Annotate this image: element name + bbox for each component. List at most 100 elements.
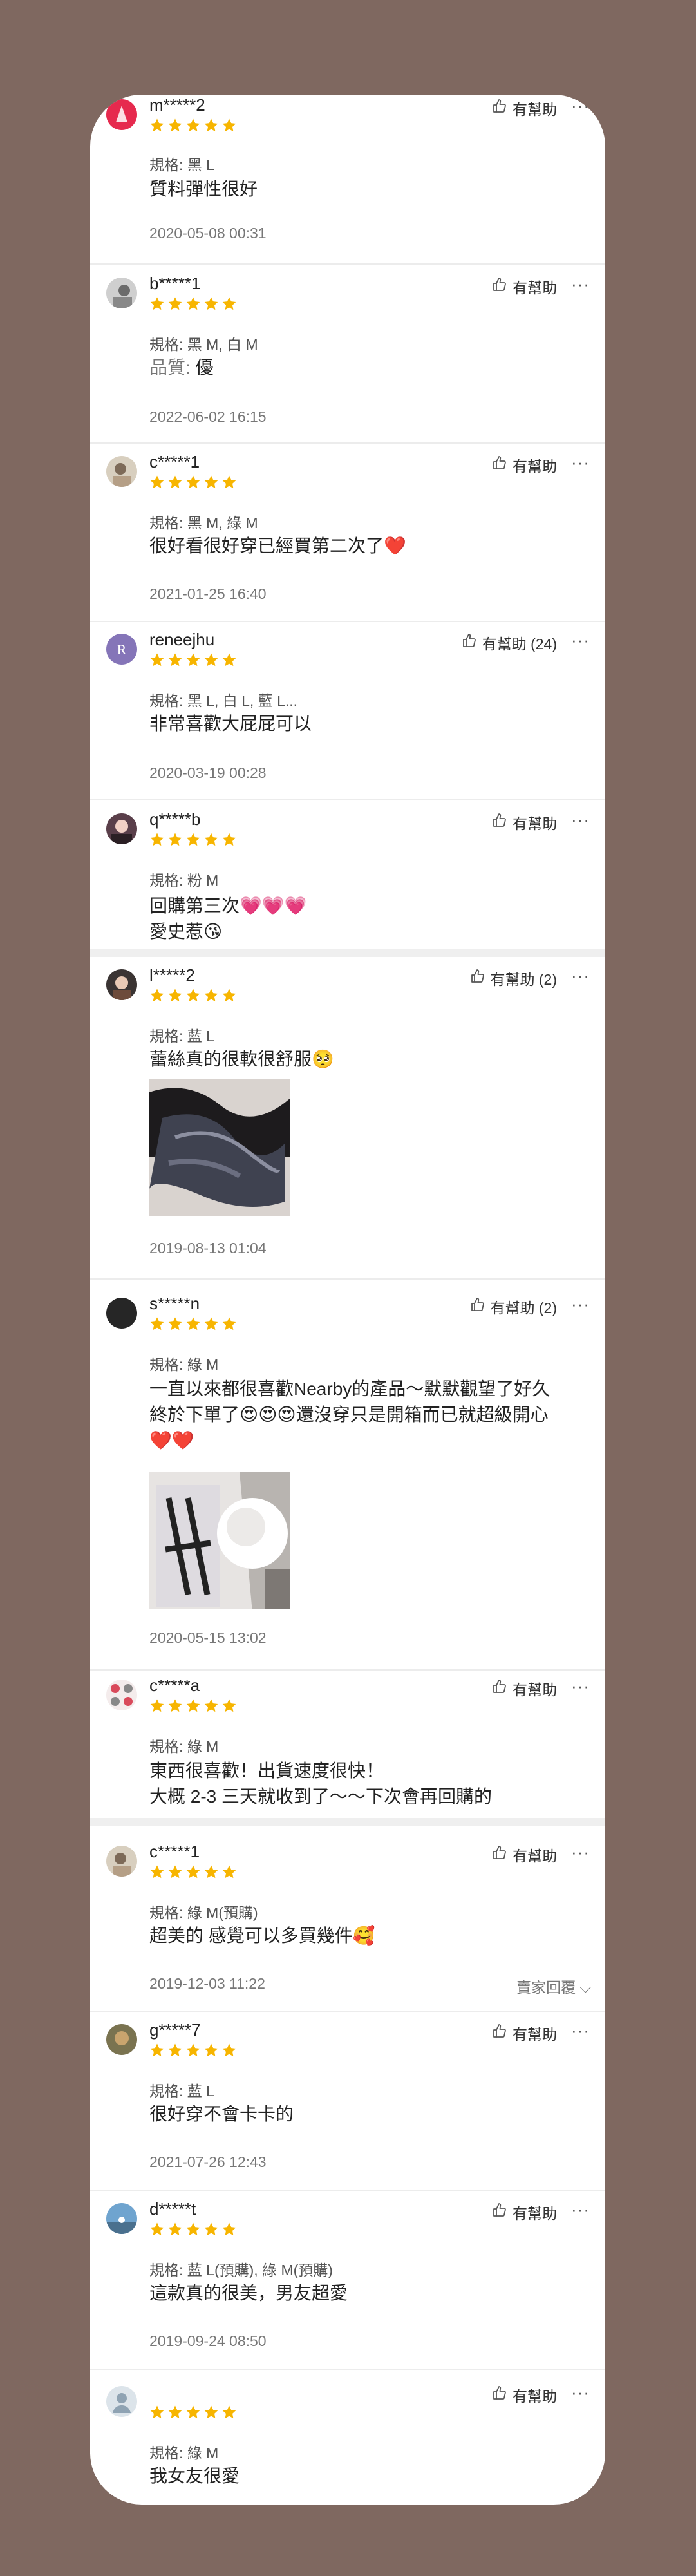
helpful-button[interactable]: 有幫助 — [492, 811, 557, 833]
star-icon — [167, 475, 183, 490]
more-options-icon[interactable]: ··· — [571, 453, 590, 473]
star-icon — [167, 652, 183, 668]
more-options-icon[interactable]: ··· — [571, 966, 590, 986]
thumbs-up-icon — [492, 455, 507, 475]
divider — [90, 442, 605, 444]
helpful-label: 有幫助 (2) — [490, 971, 558, 988]
avatar — [106, 1298, 137, 1329]
star-icon — [203, 475, 219, 490]
star-icon — [167, 118, 183, 133]
star-icon — [149, 652, 165, 668]
more-options-icon[interactable]: ··· — [571, 1842, 590, 1862]
star-rating — [149, 652, 237, 668]
helpful-button[interactable]: 有幫助 — [492, 97, 557, 119]
quality-label: 品質: — [149, 357, 191, 377]
star-rating — [149, 118, 237, 133]
reviewer-name: c*****1 — [149, 1842, 200, 1861]
star-icon — [185, 1698, 201, 1714]
star-rating — [149, 296, 237, 312]
star-icon — [185, 2405, 201, 2420]
review-text-line: 終於下單了😍😍😍還沒穿只是開箱而已就超級開心 — [149, 1405, 549, 1425]
star-icon — [185, 2222, 201, 2237]
helpful-button[interactable]: 有幫助 — [492, 1844, 557, 1866]
star-icon — [203, 296, 219, 312]
star-rating — [149, 2043, 237, 2058]
review-text-line: 回購第三次💗💗💗 — [149, 896, 307, 916]
more-options-icon[interactable]: ··· — [571, 810, 590, 830]
review-date: 2020-05-15 13:02 — [149, 1629, 267, 1646]
helpful-button[interactable]: 有幫助 — [492, 2201, 557, 2223]
helpful-button[interactable]: 有幫助 — [492, 2022, 557, 2044]
spec-text: 規格: 黑 L, 白 L, 藍 L... — [149, 692, 298, 709]
star-icon — [149, 1864, 165, 1880]
review-date: 2021-07-26 12:43 — [149, 2154, 267, 2170]
star-icon — [167, 832, 183, 848]
avatar — [106, 2024, 137, 2055]
more-options-icon[interactable]: ··· — [571, 96, 590, 116]
star-icon — [221, 1698, 237, 1714]
star-rating — [149, 2405, 237, 2420]
review-photo[interactable] — [149, 1472, 290, 1609]
more-options-icon[interactable]: ··· — [571, 1676, 590, 1696]
star-rating — [149, 1698, 237, 1714]
more-options-icon[interactable]: ··· — [571, 2021, 590, 2041]
helpful-button[interactable]: 有幫助 (2) — [470, 1296, 558, 1318]
more-options-icon[interactable]: ··· — [571, 2200, 590, 2220]
helpful-label: 有幫助 — [513, 2205, 557, 2222]
helpful-label: 有幫助 (2) — [490, 1300, 558, 1316]
helpful-button[interactable]: 有幫助 — [492, 1678, 557, 1700]
avatar — [106, 813, 137, 844]
star-icon — [185, 118, 201, 133]
star-icon — [203, 2405, 219, 2420]
reviewer-name: m*****2 — [149, 95, 205, 115]
star-icon — [149, 2222, 165, 2237]
star-icon — [221, 1864, 237, 1880]
star-rating — [149, 475, 237, 490]
divider — [90, 2190, 605, 2191]
star-icon — [203, 118, 219, 133]
helpful-button[interactable]: 有幫助 (2) — [470, 967, 558, 989]
star-icon — [167, 988, 183, 1003]
review-date: 2019-08-13 01:04 — [149, 1240, 267, 1256]
helpful-label: 有幫助 — [513, 101, 557, 118]
star-icon — [185, 296, 201, 312]
thumbs-up-icon — [462, 633, 477, 652]
star-icon — [221, 118, 237, 133]
more-options-icon[interactable]: ··· — [571, 630, 590, 650]
review-date: 2019-12-03 11:22 — [149, 1975, 265, 1992]
star-icon — [221, 832, 237, 848]
more-options-icon[interactable]: ··· — [571, 1294, 590, 1314]
star-icon — [167, 2222, 183, 2237]
helpful-button[interactable]: 有幫助 (24) — [462, 632, 557, 654]
spec-text: 規格: 粉 M — [149, 872, 219, 889]
star-icon — [203, 2222, 219, 2237]
more-options-icon[interactable]: ··· — [571, 274, 590, 294]
star-icon — [149, 118, 165, 133]
review-text: 質料彈性很好 — [149, 179, 258, 199]
helpful-button[interactable]: 有幫助 — [492, 276, 557, 298]
review-photo[interactable] — [149, 1079, 290, 1216]
star-icon — [185, 475, 201, 490]
star-icon — [185, 1864, 201, 1880]
seller-reply-toggle[interactable]: 賣家回覆 ⌵ — [516, 1975, 591, 1997]
review-text: 非常喜歡大屁屁可以 — [149, 714, 312, 734]
star-rating — [149, 832, 237, 848]
helpful-label: 有幫助 — [513, 815, 557, 832]
star-icon — [221, 2405, 237, 2420]
star-icon — [203, 2043, 219, 2058]
more-options-icon[interactable]: ··· — [571, 2383, 590, 2403]
helpful-label: 有幫助 — [513, 2388, 557, 2405]
helpful-button[interactable]: 有幫助 — [492, 2384, 557, 2406]
review-text: 蕾絲真的很軟很舒服🥺 — [149, 1049, 334, 1069]
helpful-button[interactable]: 有幫助 — [492, 454, 557, 476]
review-text: 超美的 感覺可以多買幾件🥰 — [149, 1926, 375, 1946]
star-icon — [203, 1864, 219, 1880]
thumbs-up-icon — [492, 813, 507, 832]
reviewer-name: g*****7 — [149, 2020, 201, 2040]
star-icon — [203, 832, 219, 848]
star-icon — [167, 1316, 183, 1332]
avatar — [106, 456, 137, 487]
reviewer-name: l*****2 — [149, 965, 195, 985]
star-icon — [221, 988, 237, 1003]
star-icon — [149, 1316, 165, 1332]
